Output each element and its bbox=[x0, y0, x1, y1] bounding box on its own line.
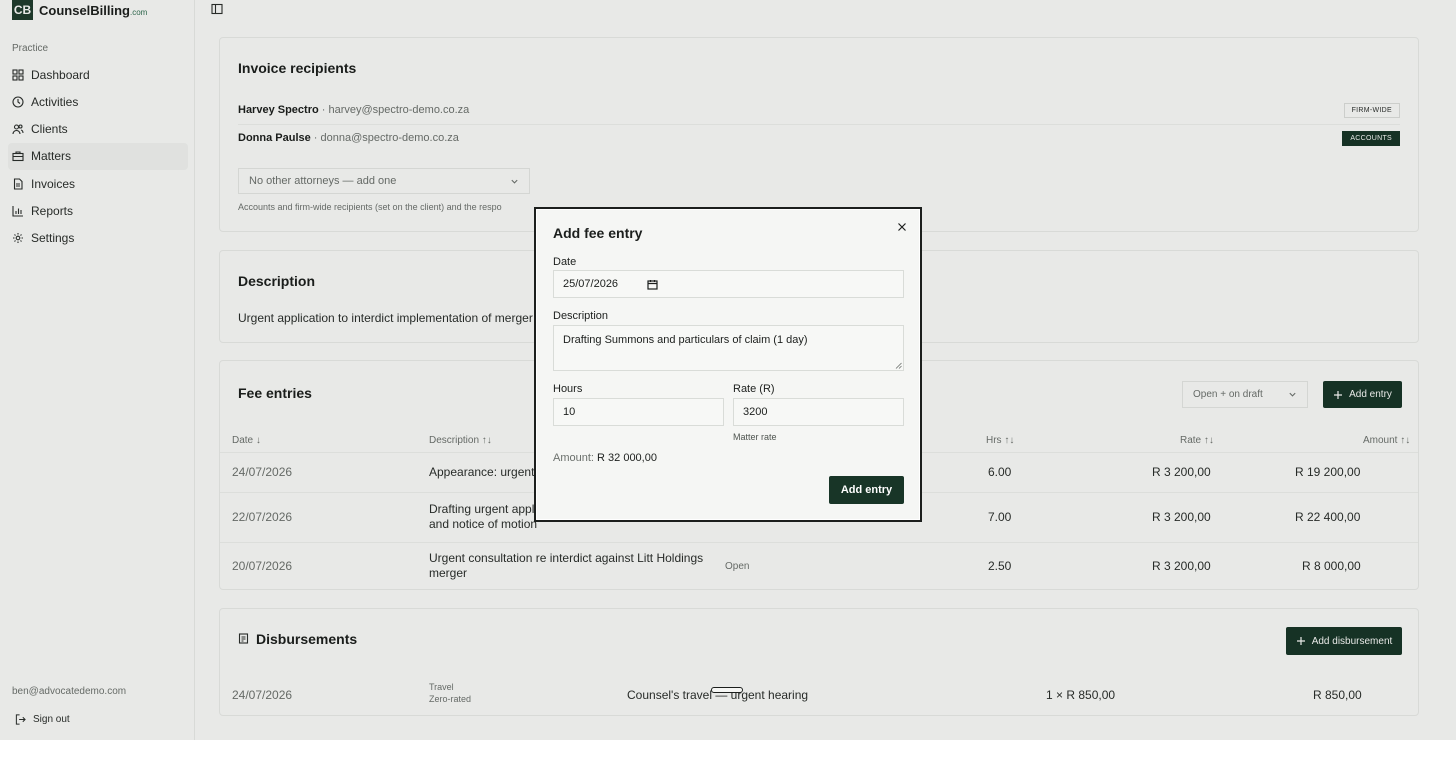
resize-handle-icon[interactable] bbox=[895, 362, 902, 369]
add-fee-entry-dialog: Add fee entry Date 25/07/2026 Descriptio… bbox=[534, 207, 922, 522]
description-value: Drafting Summons and particulars of clai… bbox=[563, 334, 808, 346]
rate-value: 3200 bbox=[743, 406, 768, 418]
date-field[interactable]: 25/07/2026 bbox=[553, 270, 904, 298]
drag-handle[interactable] bbox=[711, 687, 743, 693]
description-label: Description bbox=[553, 310, 609, 322]
rate-field[interactable]: 3200 bbox=[733, 398, 904, 426]
hours-label: Hours bbox=[553, 383, 583, 395]
calendar-icon[interactable] bbox=[647, 279, 658, 290]
close-icon[interactable] bbox=[896, 221, 908, 233]
hours-field[interactable]: 10 bbox=[553, 398, 724, 426]
amount-summary: Amount: R 32 000,00 bbox=[553, 452, 657, 464]
description-field[interactable]: Drafting Summons and particulars of clai… bbox=[553, 325, 904, 371]
date-label: Date bbox=[553, 256, 577, 268]
rate-label: Rate (R) bbox=[733, 383, 775, 395]
dialog-title: Add fee entry bbox=[553, 225, 643, 241]
hours-value: 10 bbox=[563, 406, 576, 418]
submit-entry-button[interactable]: Add entry bbox=[829, 476, 904, 504]
amount-label: Amount: bbox=[553, 452, 598, 464]
rate-hint: Matter rate bbox=[733, 432, 777, 442]
amount-value: R 32 000,00 bbox=[597, 452, 657, 464]
date-value: 25/07/2026 bbox=[563, 278, 619, 290]
